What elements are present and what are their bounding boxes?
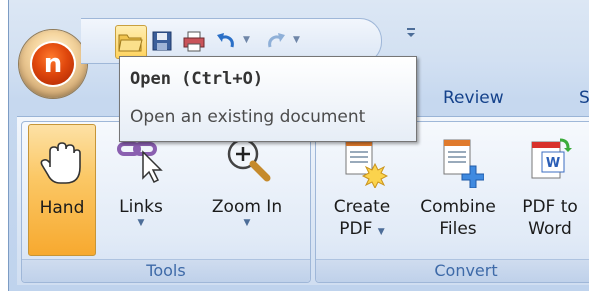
redo-button[interactable] (261, 25, 291, 57)
group-convert-label: Convert (316, 259, 589, 282)
print-icon (183, 31, 205, 52)
undo-icon (217, 33, 234, 48)
group-tools-label: Tools (22, 259, 310, 282)
zoom-in-icon (227, 138, 271, 182)
create-pdf-label: Create PDF ▼ (334, 196, 391, 243)
combine-files-icon (443, 139, 484, 188)
app-window: n ▼ ▼ Review S Hand Links ▼ Zoom In ▼ To… (8, 0, 589, 291)
redo-dropdown-icon[interactable]: ▼ (293, 35, 300, 45)
combine-files-label: Combine Files (420, 196, 496, 240)
pdf-to-word-button[interactable]: W PDF to Word (512, 124, 588, 254)
redo-icon (268, 33, 285, 48)
print-button[interactable] (179, 25, 209, 57)
app-menu-button[interactable]: n (19, 30, 87, 98)
undo-dropdown-icon[interactable]: ▼ (243, 35, 250, 45)
app-logo-icon: n (32, 43, 74, 85)
links-label: Links (119, 197, 163, 217)
hand-label: Hand (39, 198, 85, 218)
create-pdf-label-line2: PDF ▼ (334, 218, 391, 243)
pdf-to-word-icon: W (531, 138, 572, 179)
combine-files-label-line2: Files (439, 219, 477, 239)
hand-button[interactable]: Hand (28, 124, 96, 256)
hand-icon (40, 142, 81, 184)
pdf-to-word-label: PDF to Word (522, 196, 578, 240)
tab-review[interactable]: Review (443, 80, 504, 116)
tooltip-title: Open (Ctrl+O) (130, 69, 264, 89)
svg-text:W: W (546, 156, 560, 171)
create-pdf-button[interactable]: Create PDF ▼ (322, 124, 402, 254)
zoom-in-label: Zoom In (211, 197, 283, 217)
links-icon (117, 142, 163, 184)
pdf-to-word-label-line2: Word (528, 219, 572, 239)
open-tooltip: Open (Ctrl+O) Open an existing document (119, 56, 417, 142)
group-convert: Create PDF ▼ Combine Files W PDF to Word… (315, 121, 589, 283)
links-dropdown-icon: ▼ (137, 218, 145, 228)
create-pdf-icon (345, 139, 388, 188)
open-button[interactable] (115, 25, 147, 59)
customize-toolbar-icon[interactable] (405, 26, 419, 40)
tooltip-description: Open an existing document (130, 107, 366, 127)
undo-button[interactable] (211, 25, 241, 57)
combine-files-label-line1: Combine (420, 197, 496, 217)
create-pdf-dropdown-icon: ▼ (377, 227, 385, 237)
save-icon (152, 31, 172, 51)
open-folder-icon (118, 34, 143, 52)
zoom-in-dropdown-icon: ▼ (243, 218, 251, 228)
save-button[interactable] (147, 25, 177, 57)
group-tools: Hand Links ▼ Zoom In ▼ Tools (21, 121, 311, 283)
pdf-to-word-label-line1: PDF to (522, 197, 578, 217)
links-button[interactable]: Links ▼ (106, 124, 176, 254)
tab-search[interactable]: Se (579, 80, 589, 116)
combine-files-button[interactable]: Combine Files (412, 124, 504, 254)
create-pdf-label-text: PDF (339, 219, 373, 239)
zoom-in-button[interactable]: Zoom In ▼ (192, 124, 302, 254)
create-pdf-label-line1: Create (333, 197, 391, 217)
